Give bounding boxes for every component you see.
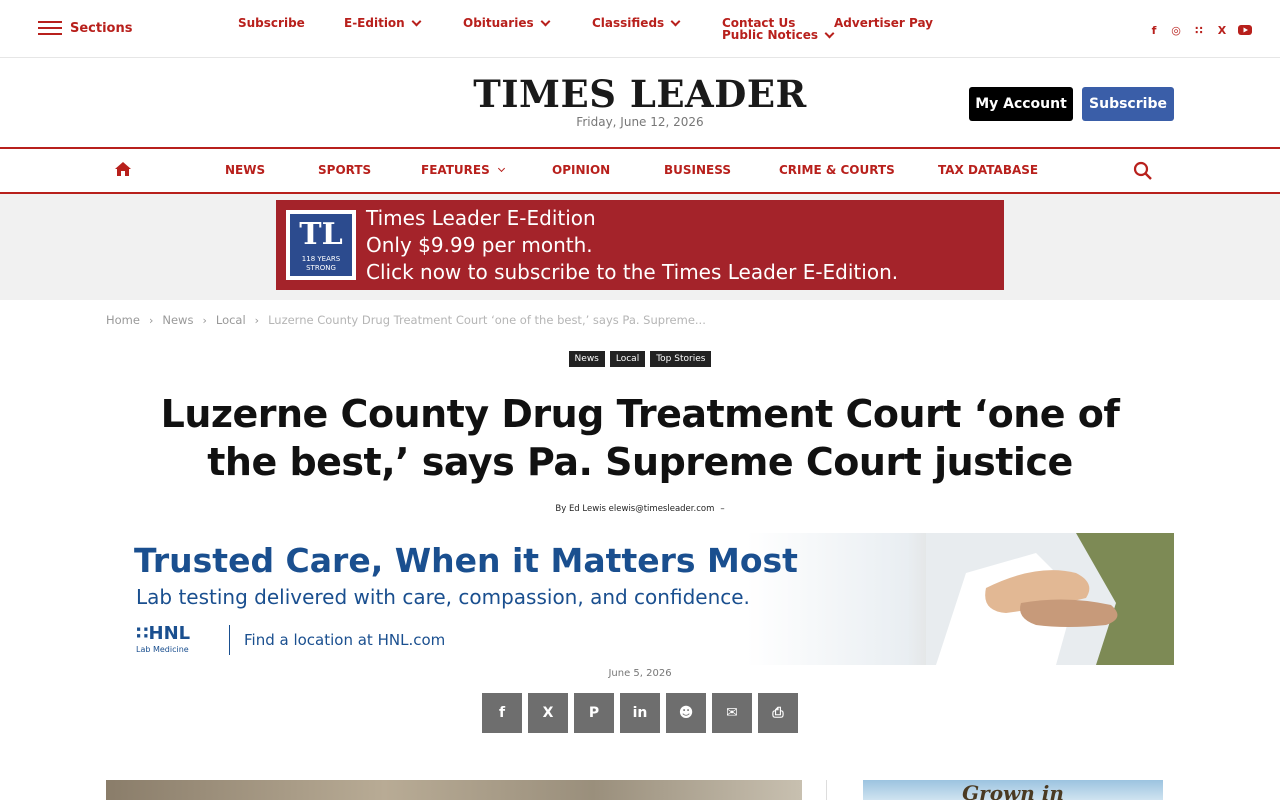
share-reddit-icon[interactable]: ☻	[666, 693, 706, 733]
main-nav: NEWS SPORTS FEATURES OPINION BUSINESS CR…	[0, 147, 1280, 194]
nav-features[interactable]: FEATURES	[421, 163, 505, 177]
top-utility-bar: Sections Subscribe E-Edition Obituaries …	[0, 0, 1280, 58]
sidebar-ad[interactable]: Grown in	[863, 780, 1163, 800]
nav-crime-courts[interactable]: CRIME & COURTS	[779, 163, 895, 177]
advertisement-banner[interactable]: Trusted Care, When it Matters Most Lab t…	[106, 533, 1174, 665]
chevron-down-icon	[540, 16, 551, 26]
top-link-subscribe[interactable]: Subscribe	[238, 16, 305, 30]
breadcrumb-news[interactable]: News	[162, 313, 193, 327]
tag-news[interactable]: News	[568, 351, 605, 367]
article-headline: Luzerne County Drug Treatment Court ‘one…	[160, 392, 1120, 484]
youtube-icon[interactable]	[1237, 22, 1253, 38]
eedition-line-2: Only $9.99 per month.	[366, 233, 593, 257]
top-link-eedition[interactable]: E-Edition	[344, 16, 422, 30]
byline-text[interactable]: By Ed Lewis elewis@timesleader.com	[555, 504, 714, 514]
share-facebook-icon[interactable]: f	[482, 693, 522, 733]
subscribe-button[interactable]: Subscribe	[1082, 87, 1174, 121]
facebook-icon[interactable]: f	[1146, 22, 1162, 38]
breadcrumb: Home › News › Local › Luzerne County Dru…	[106, 313, 706, 327]
masthead: TIMES LEADER Friday, June 12, 2026 My Ac…	[0, 58, 1280, 147]
chevron-down-icon	[670, 16, 681, 26]
breadcrumb-separator: ›	[254, 313, 260, 327]
chevron-down-icon	[497, 164, 505, 173]
article-date: June 5, 2026	[608, 668, 672, 679]
nav-opinion[interactable]: OPINION	[552, 163, 610, 177]
my-account-button[interactable]: My Account	[969, 87, 1073, 121]
chevron-down-icon	[411, 16, 422, 26]
top-link-obituaries[interactable]: Obituaries	[463, 16, 551, 30]
share-linkedin-icon[interactable]: in	[620, 693, 660, 733]
breadcrumb-current: Luzerne County Drug Treatment Court ‘one…	[268, 313, 706, 327]
ad-find-location: Find a location at HNL.com	[244, 631, 446, 649]
tag-local[interactable]: Local	[609, 351, 646, 367]
ad-headline: Trusted Care, When it Matters Most	[134, 541, 798, 580]
sidebar-ad-text: Grown in	[962, 781, 1064, 800]
share-pinterest-icon[interactable]: P	[574, 693, 614, 733]
eedition-banner-text: Times Leader E-Edition Only $9.99 per mo…	[366, 205, 898, 286]
category-tags: News Local Top Stories	[0, 351, 1280, 367]
eedition-banner[interactable]: TL 118 YEARS STRONG Times Leader E-Editi…	[276, 200, 1004, 290]
share-bar: f X P in ☻ ✉ ⎙	[482, 693, 798, 733]
share-email-icon[interactable]: ✉	[712, 693, 752, 733]
tl-badge: TL 118 YEARS STRONG	[286, 210, 356, 280]
instagram-icon[interactable]: ◎	[1168, 22, 1184, 38]
hnl-logo: ∷HNL	[136, 623, 191, 644]
eedition-line-1: Times Leader E-Edition	[366, 206, 596, 230]
rss-icon[interactable]: ∷	[1191, 22, 1207, 38]
sections-menu-button[interactable]: Sections	[38, 20, 132, 36]
sections-label: Sections	[70, 20, 133, 36]
eedition-line-3: Click now to subscribe to the Times Lead…	[366, 260, 899, 284]
nav-news[interactable]: NEWS	[225, 163, 265, 177]
share-x-icon[interactable]: X	[528, 693, 568, 733]
nav-business[interactable]: BUSINESS	[664, 163, 731, 177]
top-link-public-notices[interactable]: Public Notices	[722, 28, 835, 42]
hands-illustration	[926, 533, 1174, 665]
byline-dash: –	[720, 504, 725, 514]
share-print-icon[interactable]: ⎙	[758, 693, 798, 733]
breadcrumb-separator: ›	[202, 313, 207, 327]
chevron-down-icon	[824, 28, 835, 38]
home-icon[interactable]	[114, 161, 132, 177]
ad-divider	[229, 625, 230, 655]
nav-tax-database[interactable]: TAX DATABASE	[938, 163, 1038, 177]
ad-subline: Lab testing delivered with care, compass…	[136, 585, 750, 609]
tag-top-stories[interactable]: Top Stories	[650, 351, 712, 367]
breadcrumb-separator: ›	[148, 313, 154, 327]
x-icon[interactable]: X	[1214, 22, 1230, 38]
tl-badge-years: 118 YEARS STRONG	[301, 255, 341, 272]
top-link-advertiser-pay[interactable]: Advertiser Pay	[834, 16, 933, 30]
breadcrumb-home[interactable]: Home	[106, 313, 140, 327]
hnl-logo-sub: Lab Medicine	[136, 645, 189, 654]
tl-badge-letters: TL	[299, 217, 343, 252]
article-byline: By Ed Lewis elewis@timesleader.com –	[0, 504, 1280, 514]
search-icon[interactable]	[1133, 161, 1153, 181]
hamburger-icon	[38, 20, 62, 36]
top-link-classifieds[interactable]: Classifieds	[592, 16, 681, 30]
nav-sports[interactable]: SPORTS	[318, 163, 371, 177]
banner-zone: TL 118 YEARS STRONG Times Leader E-Editi…	[0, 194, 1280, 300]
article-photo[interactable]	[106, 780, 802, 800]
column-divider	[826, 780, 827, 800]
breadcrumb-local[interactable]: Local	[216, 313, 246, 327]
